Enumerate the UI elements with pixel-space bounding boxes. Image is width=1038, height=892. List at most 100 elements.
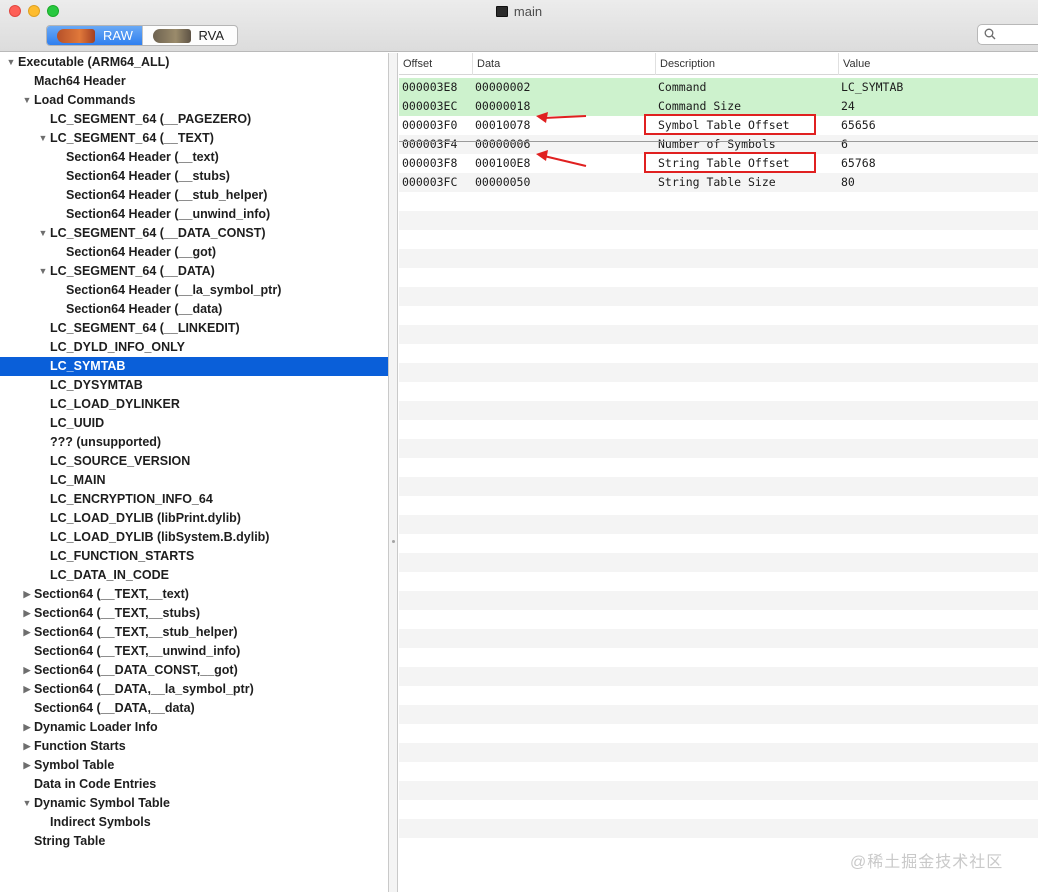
tree-item[interactable]: Section64 Header (__text) <box>0 148 388 167</box>
offset-cell: 000003F0 <box>402 118 458 132</box>
column-header-data[interactable]: Data <box>472 53 655 75</box>
offset-cell: 000003FC <box>402 175 458 189</box>
empty-table-row <box>399 249 1038 268</box>
tree-item[interactable]: LC_SEGMENT_64 (__PAGEZERO) <box>0 110 388 129</box>
disclosure-triangle-closed-icon[interactable]: ▶ <box>22 718 32 737</box>
tree-item[interactable]: ▶ Section64 (__DATA,__la_symbol_ptr) <box>0 680 388 699</box>
raw-rva-segmented-control[interactable]: RAW RVA <box>46 25 238 46</box>
tree-item[interactable]: LC_LOAD_DYLIB (libSystem.B.dylib) <box>0 528 388 547</box>
tree-item[interactable]: ▼ Load Commands <box>0 91 388 110</box>
column-header-description[interactable]: Description <box>655 53 838 75</box>
tree-item-label: LC_LOAD_DYLIB (libPrint.dylib) <box>50 511 241 525</box>
raw-mode-button[interactable]: RAW <box>47 26 142 45</box>
split-view-divider[interactable] <box>388 53 398 892</box>
tree-item[interactable]: ▼ LC_SEGMENT_64 (__DATA_CONST) <box>0 224 388 243</box>
tree-item[interactable]: ▼ Executable (ARM64_ALL) <box>0 53 388 72</box>
disclosure-triangle-open-icon[interactable]: ▼ <box>6 53 16 72</box>
table-row[interactable]: 000003E8 00000002 Command LC_SYMTAB <box>399 78 1038 97</box>
tree-item[interactable]: LC_SOURCE_VERSION <box>0 452 388 471</box>
disclosure-triangle-open-icon[interactable]: ▼ <box>38 262 48 281</box>
tree-item-label: Symbol Table <box>34 758 115 772</box>
tree-item[interactable]: String Table <box>0 832 388 851</box>
divider-grip[interactable] <box>392 540 395 543</box>
tree-item[interactable]: Section64 Header (__unwind_info) <box>0 205 388 224</box>
tree-item[interactable]: LC_DATA_IN_CODE <box>0 566 388 585</box>
disclosure-triangle-open-icon[interactable]: ▼ <box>22 794 32 813</box>
tree-item[interactable]: LC_DYLD_INFO_ONLY <box>0 338 388 357</box>
empty-table-row <box>399 610 1038 629</box>
tree-item[interactable]: Mach64 Header <box>0 72 388 91</box>
tree-item[interactable]: LC_DYSYMTAB <box>0 376 388 395</box>
empty-table-row <box>399 192 1038 211</box>
structure-tree[interactable]: ▼ Executable (ARM64_ALL) Mach64 Header ▼ Loa… <box>0 53 388 892</box>
tree-item-label: Section64 (__TEXT,__text) <box>34 587 189 601</box>
tree-item[interactable]: ▶ Section64 (__TEXT,__text) <box>0 585 388 604</box>
disclosure-triangle-closed-icon[interactable]: ▶ <box>22 661 32 680</box>
tree-item-label: LC_LOAD_DYLIB (libSystem.B.dylib) <box>50 530 270 544</box>
tree-item-label: LC_SEGMENT_64 (__DATA) <box>50 264 215 278</box>
tree-item[interactable]: Section64 Header (__stubs) <box>0 167 388 186</box>
tree-item-label: Dynamic Symbol Table <box>34 796 170 810</box>
tree-item[interactable]: LC_ENCRYPTION_INFO_64 <box>0 490 388 509</box>
tree-item-label: LC_DYLD_INFO_ONLY <box>50 340 185 354</box>
tree-item[interactable]: LC_SYMTAB <box>0 357 388 376</box>
tree-item-label: Section64 Header (__data) <box>66 302 223 316</box>
tree-item[interactable]: ▼ LC_SEGMENT_64 (__TEXT) <box>0 129 388 148</box>
column-header-offset[interactable]: Offset <box>399 53 472 75</box>
rva-mode-button[interactable]: RVA <box>141 26 238 45</box>
value-cell: 65768 <box>841 156 876 170</box>
tree-item[interactable]: LC_LOAD_DYLIB (libPrint.dylib) <box>0 509 388 528</box>
tree-item[interactable]: Section64 (__TEXT,__unwind_info) <box>0 642 388 661</box>
raw-mode-label: RAW <box>103 28 133 43</box>
raw-mode-icon <box>57 28 95 43</box>
search-field[interactable] <box>977 24 1038 45</box>
tree-item-label: LC_SEGMENT_64 (__LINKEDIT) <box>50 321 240 335</box>
tree-item[interactable]: LC_LOAD_DYLINKER <box>0 395 388 414</box>
tree-item[interactable]: LC_SEGMENT_64 (__LINKEDIT) <box>0 319 388 338</box>
tree-item[interactable]: LC_MAIN <box>0 471 388 490</box>
tree-item[interactable]: ▶ Section64 (__TEXT,__stub_helper) <box>0 623 388 642</box>
tree-item[interactable]: Section64 (__DATA,__data) <box>0 699 388 718</box>
empty-table-row <box>399 344 1038 363</box>
tree-item[interactable]: Section64 Header (__stub_helper) <box>0 186 388 205</box>
tree-item-label: Dynamic Loader Info <box>34 720 158 734</box>
tree-item[interactable]: ▶ Function Starts <box>0 737 388 756</box>
disclosure-triangle-closed-icon[interactable]: ▶ <box>22 737 32 756</box>
disclosure-triangle-closed-icon[interactable]: ▶ <box>22 604 32 623</box>
rva-mode-label: RVA <box>198 28 225 43</box>
disclosure-triangle-closed-icon[interactable]: ▶ <box>22 680 32 699</box>
empty-table-row <box>399 458 1038 477</box>
tree-item[interactable]: ▶ Section64 (__DATA_CONST,__got) <box>0 661 388 680</box>
table-row[interactable]: 000003FC 00000050 String Table Size 80 <box>399 173 1038 192</box>
disclosure-triangle-closed-icon[interactable]: ▶ <box>22 756 32 775</box>
tree-item[interactable]: LC_FUNCTION_STARTS <box>0 547 388 566</box>
tree-item[interactable]: Indirect Symbols <box>0 813 388 832</box>
detail-table: Offset Data Description Value 000003FC 00… <box>399 53 1038 892</box>
tree-item[interactable]: ▼ LC_SEGMENT_64 (__DATA) <box>0 262 388 281</box>
tree-item[interactable]: Section64 Header (__got) <box>0 243 388 262</box>
tree-item[interactable]: ▶ Section64 (__TEXT,__stubs) <box>0 604 388 623</box>
empty-table-row <box>399 325 1038 344</box>
disclosure-triangle-open-icon[interactable]: ▼ <box>38 224 48 243</box>
disclosure-triangle-open-icon[interactable]: ▼ <box>38 129 48 148</box>
disclosure-triangle-open-icon[interactable]: ▼ <box>22 91 32 110</box>
tree-item[interactable]: ▶ Dynamic Loader Info <box>0 718 388 737</box>
tree-item[interactable]: ??? (unsupported) <box>0 433 388 452</box>
tree-item-label: Section64 (__TEXT,__stub_helper) <box>34 625 238 639</box>
tree-item[interactable]: ▼ Dynamic Symbol Table <box>0 794 388 813</box>
tree-item[interactable]: Data in Code Entries <box>0 775 388 794</box>
disclosure-triangle-closed-icon[interactable]: ▶ <box>22 623 32 642</box>
tree-item[interactable]: ▶ Symbol Table <box>0 756 388 775</box>
tree-item[interactable]: Section64 Header (__la_symbol_ptr) <box>0 281 388 300</box>
tree-item[interactable]: Section64 Header (__data) <box>0 300 388 319</box>
tree-item-label: LC_SEGMENT_64 (__TEXT) <box>50 131 214 145</box>
tree-item-label: LC_ENCRYPTION_INFO_64 <box>50 492 213 506</box>
tree-item-label: Section64 Header (__la_symbol_ptr) <box>66 283 282 297</box>
tree-item-label: Section64 (__TEXT,__stubs) <box>34 606 201 620</box>
annotation-highlight-box <box>644 152 816 173</box>
column-header-value[interactable]: Value <box>838 53 1038 75</box>
tree-item-label: Section64 Header (__text) <box>66 150 219 164</box>
tree-item-label: LC_SOURCE_VERSION <box>50 454 191 468</box>
disclosure-triangle-closed-icon[interactable]: ▶ <box>22 585 32 604</box>
tree-item[interactable]: LC_UUID <box>0 414 388 433</box>
